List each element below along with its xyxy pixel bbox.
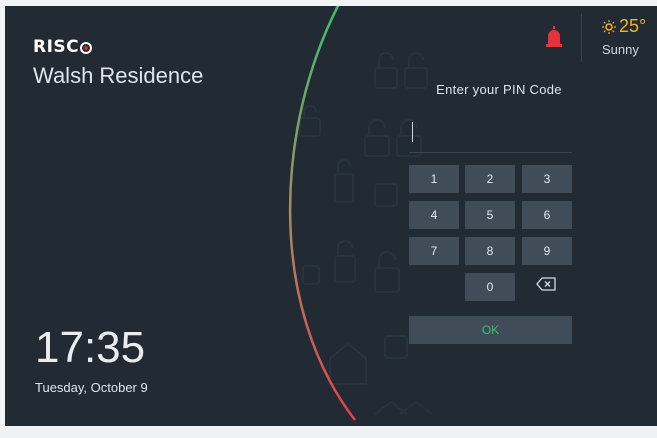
alarm-siren-icon[interactable] xyxy=(545,26,563,48)
site-name: Walsh Residence xyxy=(33,63,204,88)
logo-ring-icon xyxy=(80,42,93,54)
key-2[interactable]: 2 xyxy=(465,165,515,193)
key-5[interactable]: 5 xyxy=(465,201,515,229)
key-0[interactable]: 0 xyxy=(465,273,515,301)
key-9[interactable]: 9 xyxy=(522,237,572,265)
ok-button[interactable]: OK xyxy=(409,316,572,344)
bottom-strip xyxy=(0,426,657,438)
login-screen: RISC Walsh Residence 17:35 Tuesday, Octo… xyxy=(5,6,657,426)
risco-logo: RISC xyxy=(33,37,93,57)
backspace-icon[interactable] xyxy=(536,277,556,291)
key-7[interactable]: 7 xyxy=(409,237,459,265)
key-4[interactable]: 4 xyxy=(409,201,459,229)
text-cursor xyxy=(412,122,413,142)
pin-title: Enter your PIN Code xyxy=(436,82,562,97)
clock-date: Tuesday, October 9 xyxy=(35,380,148,395)
pin-input[interactable] xyxy=(409,114,572,153)
logo-text: RISC xyxy=(33,37,80,57)
clock-time: 17:35 xyxy=(35,323,146,372)
weather-condition: Sunny xyxy=(602,42,639,57)
key-1[interactable]: 1 xyxy=(409,165,459,193)
key-8[interactable]: 8 xyxy=(465,237,515,265)
sun-icon xyxy=(602,20,616,34)
weather-temperature: 25° xyxy=(619,16,647,36)
header-divider xyxy=(581,14,582,62)
key-3[interactable]: 3 xyxy=(522,165,572,193)
key-6[interactable]: 6 xyxy=(522,201,572,229)
